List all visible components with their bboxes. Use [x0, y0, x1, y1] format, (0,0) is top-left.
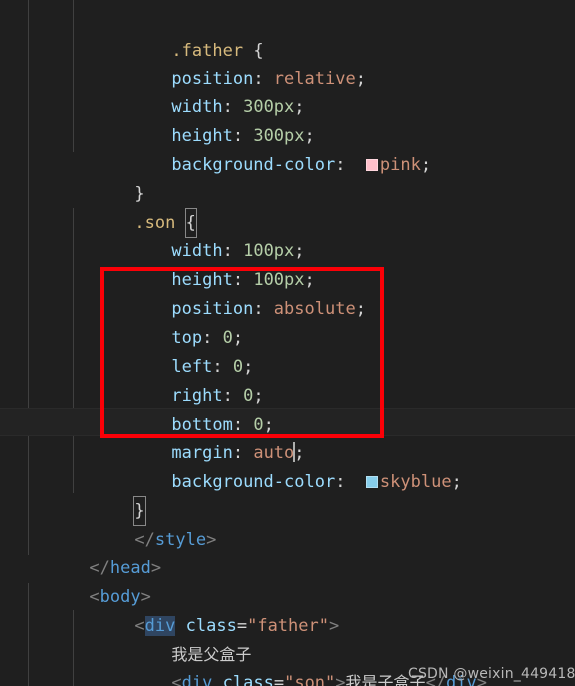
code-line-father-close-brace[interactable]: }: [0, 151, 575, 204]
code-line-son-selector[interactable]: .son {: [0, 180, 575, 239]
code-line-father-selector[interactable]: .father {: [0, 8, 575, 61]
code-line-son-width[interactable]: width: 100px;: [0, 208, 575, 261]
code-line-son-background[interactable]: background-color: skyblue;: [0, 439, 575, 492]
code-line-head-close[interactable]: </head>: [0, 525, 575, 578]
code-line-son-close-brace[interactable]: }: [0, 468, 575, 527]
code-line-left-zero[interactable]: left: 0;: [0, 324, 575, 377]
csdn-watermark: CSDN @weixin_44941889: [408, 666, 575, 682]
code-line-right-zero[interactable]: right: 0;: [0, 353, 575, 406]
code-line-father-width[interactable]: width: 300px;: [0, 64, 575, 117]
code-line-position-relative[interactable]: position: relative;: [0, 36, 575, 89]
code-line-text-father-box[interactable]: 我是父盒子: [0, 612, 575, 664]
code-line-top-zero[interactable]: top: 0;: [0, 295, 575, 348]
code-line-style-close[interactable]: </style>: [0, 497, 575, 550]
editor-surface[interactable]: <style> .father { position: relative; wi…: [0, 0, 575, 686]
code-line-father-background[interactable]: background-color: pink;: [0, 122, 575, 175]
code-line-bottom-zero[interactable]: bottom: 0;: [0, 382, 575, 435]
code-line-body-open[interactable]: <body>: [0, 554, 575, 607]
code-line-margin-auto[interactable]: margin: auto;: [0, 410, 575, 463]
code-line-son-height[interactable]: height: 100px;: [0, 237, 575, 290]
code-editor-screenshot: <style> .father { position: relative; wi…: [0, 0, 575, 686]
code-line-div-father-open[interactable]: <div class="father">: [0, 583, 575, 636]
code-line-father-height[interactable]: height: 300px;: [0, 93, 575, 146]
code-line-position-absolute[interactable]: position: absolute;: [0, 266, 575, 319]
